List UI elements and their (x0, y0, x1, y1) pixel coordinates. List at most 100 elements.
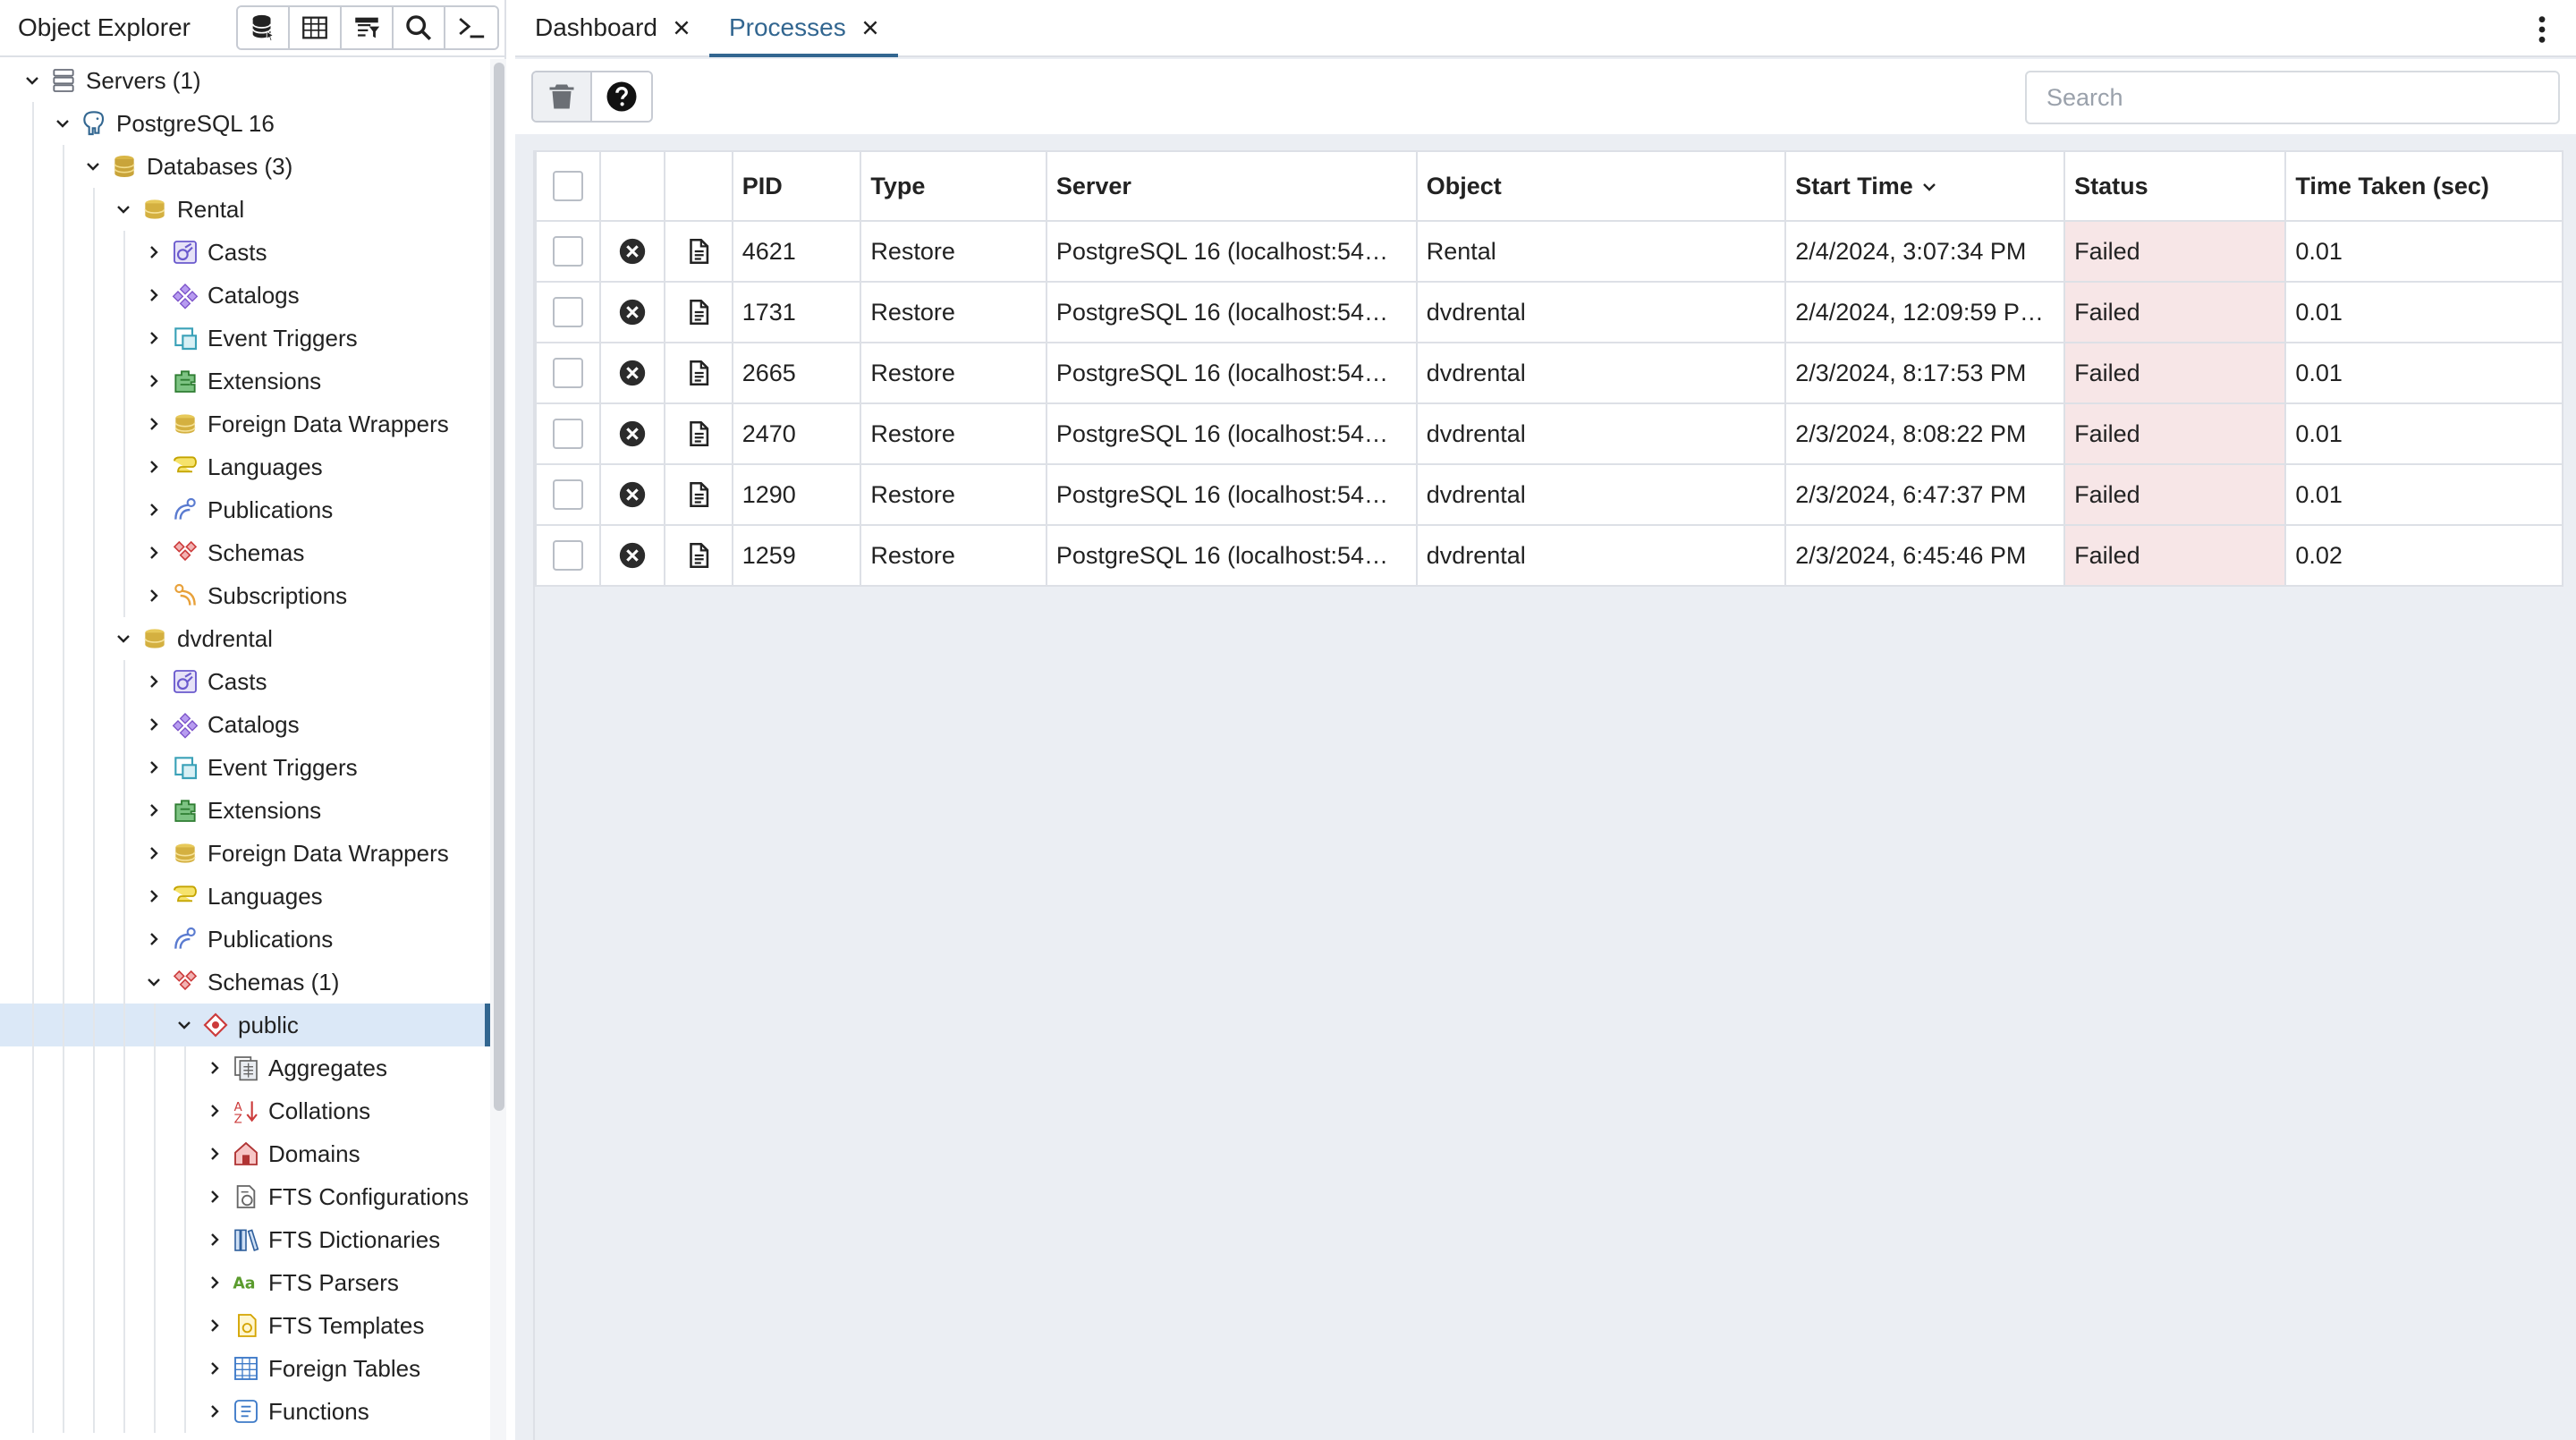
column-header-time-taken[interactable]: Time Taken (sec) (2284, 150, 2563, 222)
chevron-right-icon[interactable] (140, 445, 168, 488)
column-header-server[interactable]: Server (1045, 150, 1418, 222)
stop-process-cell[interactable] (598, 220, 665, 283)
chevron-right-icon[interactable] (200, 1261, 229, 1304)
tree-node[interactable]: Domains (0, 1132, 490, 1175)
view-details-icon[interactable] (674, 540, 723, 571)
chevron-right-icon[interactable] (140, 488, 168, 531)
tree-node[interactable]: Casts (0, 660, 490, 703)
tree-node[interactable]: Event Triggers (0, 746, 490, 789)
tree-node[interactable]: Languages (0, 875, 490, 918)
chevron-down-icon[interactable] (48, 102, 77, 145)
filtered-rows-button[interactable] (342, 7, 394, 48)
row-select-cell[interactable] (535, 342, 601, 404)
chevron-right-icon[interactable] (200, 1132, 229, 1175)
psql-tool-button[interactable] (445, 7, 497, 48)
table-row[interactable]: 2470 Restore PostgreSQL 16 (localhost:54… d… (535, 402, 2563, 465)
query-tool-button[interactable] (238, 7, 290, 48)
tree-node[interactable]: Extensions (0, 360, 490, 402)
tree-node[interactable]: Catalogs (0, 274, 490, 317)
view-details-icon[interactable] (674, 419, 723, 449)
view-details-cell[interactable] (663, 402, 733, 465)
row-checkbox[interactable] (552, 297, 583, 327)
tree-node[interactable]: Rental (0, 188, 490, 231)
chevron-down-icon[interactable] (109, 617, 138, 660)
table-row[interactable]: 1290 Restore PostgreSQL 16 (localhost:54… d… (535, 463, 2563, 526)
search-objects-button[interactable] (394, 7, 445, 48)
row-checkbox[interactable] (552, 419, 583, 449)
tree-node[interactable]: public (0, 1004, 490, 1046)
row-select-cell[interactable] (535, 402, 601, 465)
tab-processes[interactable]: Processes (708, 0, 898, 57)
table-row[interactable]: 1259 Restore PostgreSQL 16 (localhost:54… d… (535, 524, 2563, 587)
close-icon[interactable] (860, 18, 880, 38)
view-details-cell[interactable] (663, 463, 733, 526)
view-details-cell[interactable] (663, 342, 733, 404)
row-checkbox[interactable] (552, 479, 583, 510)
stop-process-cell[interactable] (598, 524, 665, 587)
chevron-right-icon[interactable] (200, 1347, 229, 1390)
view-details-icon[interactable] (674, 236, 723, 267)
chevron-right-icon[interactable] (140, 832, 168, 875)
chevron-right-icon[interactable] (140, 918, 168, 961)
tree-node[interactable]: Publications (0, 488, 490, 531)
select-all-checkbox[interactable] (552, 171, 583, 201)
chevron-right-icon[interactable] (200, 1089, 229, 1132)
chevron-right-icon[interactable] (140, 789, 168, 832)
tree-node[interactable]: Servers (1) (0, 59, 490, 102)
stop-process-icon[interactable] (610, 297, 655, 327)
tree-node[interactable]: Foreign Data Wrappers (0, 832, 490, 875)
chevron-down-icon[interactable] (170, 1004, 199, 1046)
chevron-right-icon[interactable] (140, 574, 168, 617)
tree-node[interactable]: Languages (0, 445, 490, 488)
stop-process-icon[interactable] (610, 540, 655, 571)
tree-node[interactable]: Schemas (0, 531, 490, 574)
stop-process-icon[interactable] (610, 419, 655, 449)
row-checkbox[interactable] (552, 540, 583, 571)
tree-node[interactable]: FTS Templates (0, 1304, 490, 1347)
search-input[interactable] (2025, 71, 2560, 124)
stop-process-icon[interactable] (610, 236, 655, 267)
chevron-right-icon[interactable] (140, 402, 168, 445)
tree-node[interactable]: PostgreSQL 16 (0, 102, 490, 145)
chevron-right-icon[interactable] (200, 1175, 229, 1218)
stop-process-icon[interactable] (610, 358, 655, 388)
row-select-cell[interactable] (535, 220, 601, 283)
chevron-right-icon[interactable] (140, 746, 168, 789)
tree-node[interactable]: Foreign Data Wrappers (0, 402, 490, 445)
chevron-right-icon[interactable] (140, 875, 168, 918)
chevron-right-icon[interactable] (140, 274, 168, 317)
tree-node[interactable]: Event Triggers (0, 317, 490, 360)
view-details-cell[interactable] (663, 281, 733, 343)
tree-node[interactable]: Catalogs (0, 703, 490, 746)
tree-scrollbar-thumb[interactable] (494, 63, 504, 1111)
tree-node[interactable]: Schemas (1) (0, 961, 490, 1004)
stop-process-cell[interactable] (598, 402, 665, 465)
chevron-right-icon[interactable] (140, 660, 168, 703)
view-details-icon[interactable] (674, 297, 723, 327)
chevron-right-icon[interactable] (140, 360, 168, 402)
table-row[interactable]: 1731 Restore PostgreSQL 16 (localhost:54… d… (535, 281, 2563, 343)
delete-button[interactable] (533, 72, 592, 121)
tree-node[interactable]: Databases (3) (0, 145, 490, 188)
view-details-icon[interactable] (674, 358, 723, 388)
chevron-right-icon[interactable] (200, 1218, 229, 1261)
tree-node[interactable]: Subscriptions (0, 574, 490, 617)
tree-node[interactable]: Extensions (0, 789, 490, 832)
tree-node[interactable]: Casts (0, 231, 490, 274)
chevron-down-icon[interactable] (140, 961, 168, 1004)
chevron-down-icon[interactable] (109, 188, 138, 231)
table-row[interactable]: 2665 Restore PostgreSQL 16 (localhost:54… d… (535, 342, 2563, 404)
row-select-cell[interactable] (535, 281, 601, 343)
chevron-down-icon[interactable] (18, 59, 47, 102)
row-checkbox[interactable] (552, 358, 583, 388)
tree-node[interactable]: Publications (0, 918, 490, 961)
close-icon[interactable] (672, 18, 691, 38)
stop-process-cell[interactable] (598, 281, 665, 343)
tree-node[interactable]: Aa FTS Parsers (0, 1261, 490, 1304)
row-select-cell[interactable] (535, 463, 601, 526)
column-header-start-time[interactable]: Start Time (1784, 150, 2066, 222)
stop-process-cell[interactable] (598, 342, 665, 404)
tab-dashboard[interactable]: Dashboard (515, 0, 709, 55)
row-checkbox[interactable] (552, 236, 583, 267)
tree-node[interactable]: Foreign Tables (0, 1347, 490, 1390)
